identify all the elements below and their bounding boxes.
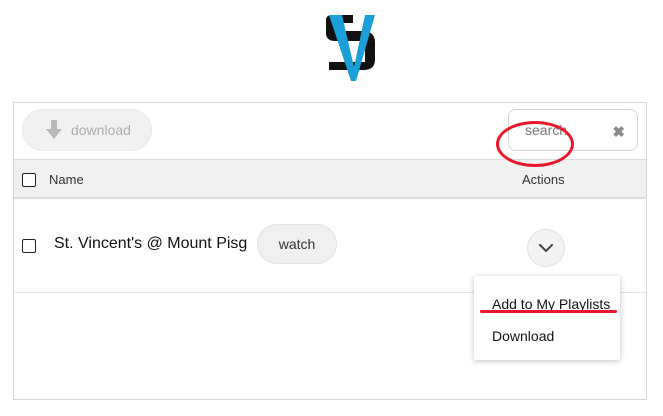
actions-dropdown-menu: Add to My Playlists Download xyxy=(474,276,620,360)
column-header-name: Name xyxy=(49,172,84,187)
select-all-checkbox[interactable] xyxy=(22,173,36,187)
search-input[interactable] xyxy=(523,121,613,139)
table-header: Name Actions xyxy=(14,159,646,199)
toolbar: download ✖ xyxy=(14,103,646,159)
watch-button-label: watch xyxy=(278,236,316,252)
download-button[interactable]: download xyxy=(22,109,152,151)
row-checkbox[interactable] xyxy=(22,239,36,253)
watch-button[interactable]: watch xyxy=(257,224,337,264)
download-arrow-icon xyxy=(46,120,62,139)
search-box: ✖ xyxy=(508,109,638,151)
video-name: St. Vincent's @ Mount Pisg xyxy=(54,235,248,252)
brand-logo xyxy=(323,13,377,83)
chevron-down-icon xyxy=(539,243,553,252)
highlight-underline-annotation xyxy=(480,310,617,313)
actions-toggle-button[interactable] xyxy=(527,229,565,267)
download-button-label: download xyxy=(71,122,131,138)
close-icon[interactable]: ✖ xyxy=(612,123,625,141)
menu-item-download[interactable]: Download xyxy=(492,328,554,344)
column-header-actions: Actions xyxy=(522,172,565,187)
